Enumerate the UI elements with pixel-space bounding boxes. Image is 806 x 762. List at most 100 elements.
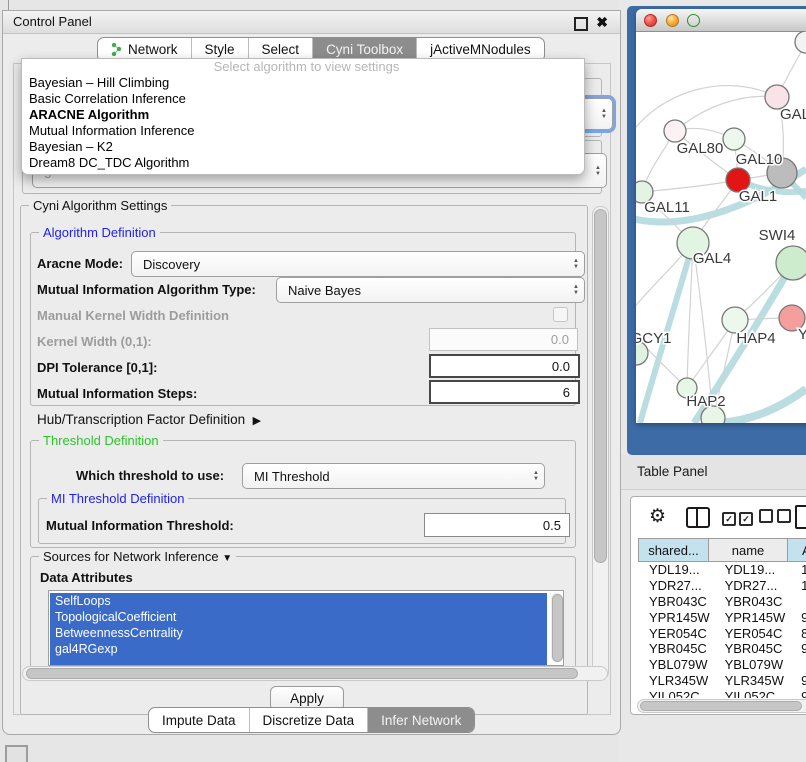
label-y-partial: Y (798, 326, 806, 343)
popup-item[interactable]: Dream8 DC_TDC Algorithm (22, 155, 584, 171)
list-item[interactable] (50, 657, 547, 666)
table-row[interactable]: YIL052CYIL052C9 (638, 688, 806, 698)
stepper-icon: ▲▼ (533, 464, 539, 488)
label-hap4: HAP4 (736, 330, 775, 347)
table-row[interactable]: YDL19...YDL19...13 (638, 562, 806, 578)
node-partial-top[interactable] (795, 31, 806, 53)
label-swi4: SWI4 (759, 227, 796, 244)
network-canvas[interactable]: GAL80 GAL10 GAL1 GAL11 GAL4 SWI4 GCY1 HA… (636, 31, 806, 423)
list-item[interactable]: TopologicalCoefficient (50, 609, 547, 625)
data-attributes-label: Data Attributes (40, 570, 133, 585)
list-scrollbar[interactable] (551, 593, 562, 662)
columns-icon[interactable] (686, 507, 710, 528)
table-row[interactable]: YBL079WYBL079W (638, 657, 806, 673)
which-threshold-combo[interactable]: MI Threshold ▲▼ (242, 463, 545, 489)
table-row[interactable]: YBR043CYBR043C (638, 594, 806, 610)
stepper-icon: ▲▼ (595, 154, 601, 187)
column-header-name[interactable]: name (709, 538, 788, 562)
label-gal1: GAL1 (739, 188, 777, 205)
list-item[interactable]: BetweennessCentrality (50, 625, 547, 641)
manual-kernel-label: Manual Kernel Width Definition (37, 308, 229, 323)
table-window: ⚙ ✓✓ shared... name A YDL19...YDL19...13… (630, 496, 806, 715)
control-panel-title: Control Panel (13, 14, 92, 29)
label-gal11: GAL11 (644, 199, 690, 216)
collapsed-arrow-icon: ▶ (253, 414, 261, 427)
data-attributes-list[interactable]: SelfLoops TopologicalCoefficient Between… (48, 590, 564, 666)
select-all-columns-icon[interactable]: ✓✓ (722, 509, 753, 527)
screen: GAL80 GAL10 GAL1 GAL11 GAL4 SWI4 GCY1 HA… (0, 0, 806, 762)
table-row[interactable]: YBR045CYBR045C9. (638, 641, 806, 657)
mi-steps-field[interactable]: 6 (429, 380, 580, 404)
popup-item[interactable]: Basic Correlation Inference (22, 91, 584, 107)
deselect-all-columns-icon[interactable] (759, 509, 791, 528)
window-edge-tick (8, 0, 9, 10)
export-table-icon[interactable] (795, 505, 806, 529)
label-gal4: GAL4 (693, 250, 731, 267)
table-body: YDL19...YDL19...13 YDR27...YDR27...12 YB… (638, 562, 806, 698)
column-header-clipped[interactable]: A (788, 538, 806, 562)
table-panel-header: Table Panel (619, 455, 806, 490)
list-item[interactable]: gal4RGexp (50, 641, 547, 657)
list-scrollbar-thumb[interactable] (552, 594, 563, 662)
tab-impute-data[interactable]: Impute Data (149, 708, 249, 732)
gear-icon[interactable]: ⚙ (649, 505, 666, 528)
list-item[interactable]: SelfLoops (50, 593, 547, 609)
node-gal10[interactable] (723, 128, 745, 150)
settings-vertical-scrollbar[interactable] (592, 206, 609, 680)
table-row[interactable]: YDR27...YDR27...12 (638, 578, 806, 594)
stepper-icon: ▲▼ (573, 278, 579, 302)
table-header-row: shared... name A (638, 538, 806, 562)
label-gal-partial: GAL (780, 106, 806, 123)
table-row[interactable]: YLR345WYLR345W9. (638, 673, 806, 689)
mi-steps-label: Mutual Information Steps: (37, 386, 197, 401)
aracne-mode-combo[interactable]: Discovery ▲▼ (131, 251, 585, 277)
expanded-arrow-icon: ▼ (222, 553, 232, 564)
sources-group-title[interactable]: Sources for Network Inference ▼ (39, 549, 236, 564)
manual-kernel-checkbox (553, 307, 568, 322)
tab-infer-network[interactable]: Infer Network (367, 708, 474, 732)
network-icon (111, 43, 123, 56)
close-traffic-light-icon[interactable] (644, 14, 657, 27)
stepper-icon: ▲▼ (601, 99, 607, 129)
aracne-mode-label: Aracne Mode: (37, 256, 123, 271)
table-horizontal-scrollbar[interactable] (637, 699, 806, 713)
network-window-titlebar[interactable] (636, 9, 806, 32)
popup-hint: Select algorithm to view settings (22, 59, 584, 75)
settings-horizontal-scrollbar-thumb[interactable] (26, 668, 578, 679)
table-horizontal-scrollbar-thumb[interactable] (640, 701, 802, 711)
mi-threshold-field[interactable]: 0.5 (424, 513, 570, 537)
label-hap2: HAP2 (686, 393, 725, 410)
algorithm-dropdown-popup: Select algorithm to view settings Bayesi… (21, 58, 585, 175)
settings-group-title: Cyni Algorithm Settings (29, 198, 171, 213)
popup-item[interactable]: Mutual Information Inference (22, 123, 584, 139)
popup-item[interactable]: Bayesian – K2 (22, 139, 584, 155)
table-row[interactable]: YER054CYER054C8. (638, 625, 806, 641)
settings-vertical-scrollbar-thumb[interactable] (594, 209, 607, 563)
collapsed-panel-button[interactable] (5, 745, 28, 762)
dpi-tolerance-field[interactable]: 0.0 (429, 354, 580, 378)
mi-threshold-definition-title: MI Threshold Definition (47, 491, 188, 506)
popup-item[interactable]: Bayesian – Hill Climbing (22, 75, 584, 91)
mi-threshold-label: Mutual Information Threshold: (46, 518, 234, 533)
table-row[interactable]: YPR145WYPR145W9. (638, 609, 806, 625)
node-gal80[interactable] (664, 120, 686, 142)
popup-item-selected[interactable]: ARACNE Algorithm (22, 107, 584, 123)
stepper-icon: ▲▼ (573, 252, 579, 276)
label-gal80: GAL80 (677, 140, 724, 157)
close-icon[interactable]: ✖ (596, 13, 608, 31)
settings-horizontal-scrollbar[interactable] (22, 666, 608, 681)
column-header-shared[interactable]: shared... (638, 538, 709, 562)
mi-type-combo[interactable]: Naive Bayes ▲▼ (276, 277, 585, 303)
threshold-definition-title: Threshold Definition (39, 433, 163, 448)
control-panel-titlebar[interactable]: Control Panel ✖ (3, 11, 620, 34)
kernel-width-field: 0.0 (429, 328, 578, 351)
tab-discretize-data[interactable]: Discretize Data (249, 708, 368, 732)
kernel-width-label: Kernel Width (0,1): (37, 334, 152, 349)
minimize-traffic-light-icon[interactable] (666, 14, 679, 27)
hub-definition-toggle[interactable]: Hub/Transcription Factor Definition ▶ (37, 412, 261, 427)
label-gal10: GAL10 (736, 151, 783, 168)
algorithm-definition-title: Algorithm Definition (39, 225, 160, 240)
zoom-traffic-light-icon[interactable] (687, 14, 700, 27)
float-window-icon[interactable] (574, 17, 588, 31)
node-swi4[interactable] (776, 246, 806, 280)
